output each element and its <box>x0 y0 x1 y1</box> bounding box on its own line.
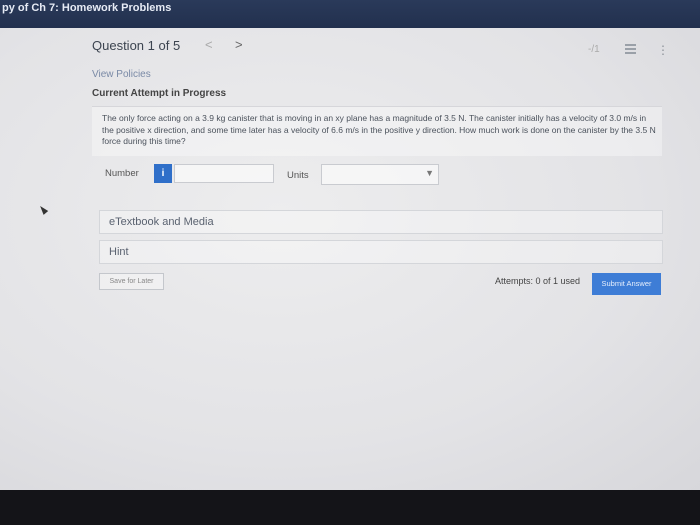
submit-answer-button[interactable]: Submit Answer <box>592 273 661 295</box>
problem-text: The only force acting on a 3.9 kg canist… <box>102 113 656 146</box>
question-list-icon[interactable] <box>625 44 636 54</box>
hint-label: Hint <box>109 246 129 258</box>
hint-panel[interactable]: Hint <box>99 240 663 264</box>
next-question-button[interactable]: > <box>235 37 243 52</box>
current-attempt-heading: Current Attempt in Progress <box>92 88 227 99</box>
save-for-later-button[interactable]: Save for Later <box>99 273 164 290</box>
chevron-down-icon: ▼ <box>425 168 434 178</box>
number-label: Number <box>105 168 139 179</box>
more-options-icon[interactable]: ⋮ <box>657 43 669 57</box>
etextbook-media-panel[interactable]: eTextbook and Media <box>99 210 663 234</box>
number-input[interactable] <box>174 164 274 183</box>
units-select[interactable]: ▼ <box>321 164 439 185</box>
window-title: py of Ch 7: Homework Problems <box>2 2 172 14</box>
units-label: Units <box>287 170 309 181</box>
view-policies-link[interactable]: View Policies <box>92 69 151 80</box>
etextbook-media-label: eTextbook and Media <box>109 216 214 228</box>
question-header: Question 1 of 5 <box>92 38 181 53</box>
question-score: -/1 <box>588 44 600 55</box>
problem-statement: The only force acting on a 3.9 kg canist… <box>92 106 662 156</box>
attempts-counter: Attempts: 0 of 1 used <box>495 276 581 286</box>
window-titlebar: py of Ch 7: Homework Problems <box>0 0 700 28</box>
screen-bottom-bezel <box>0 490 700 525</box>
info-icon[interactable]: i <box>154 164 172 183</box>
previous-question-button[interactable]: < <box>205 37 213 52</box>
